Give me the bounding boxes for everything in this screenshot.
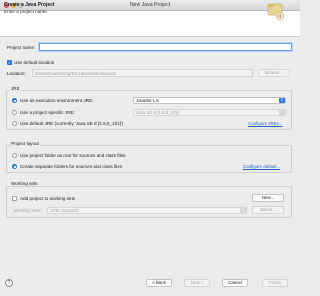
project-name-label: Project name: (7, 45, 36, 50)
working-sets-group-title: Working sets (10, 181, 39, 186)
new-working-set-button[interactable]: New... (252, 194, 284, 202)
next-button[interactable]: Next > (184, 279, 210, 287)
chevron-updown-icon: ⇕ (279, 110, 285, 115)
project-specific-jre-value: Java SE 8 [1.8.0_101] (136, 110, 180, 115)
add-to-working-sets-checkbox[interactable] (12, 196, 17, 201)
wizard-title: Create a Java Project (4, 2, 55, 8)
cancel-button[interactable]: Cancel (222, 279, 248, 287)
working-sets-value: 1RBUJJavaSE (50, 208, 80, 213)
add-to-working-sets-label: Add project to working sets (20, 196, 76, 201)
java-project-banner-icon (267, 3, 285, 21)
project-folder-root-label: Use project folder as root for sources a… (20, 153, 126, 158)
configure-jres-link[interactable]: Configure JREs... (248, 121, 282, 126)
use-default-location-checkbox[interactable]: ✓ (7, 60, 12, 65)
execution-environment-radio[interactable] (12, 98, 17, 103)
project-layout-group-title: Project layout (10, 141, 40, 146)
project-name-input[interactable] (39, 43, 292, 51)
finish-button[interactable]: Finish (262, 279, 288, 287)
select-working-sets-button[interactable]: Select... (252, 206, 284, 214)
location-input[interactable] (32, 69, 253, 77)
jre-group-title: JRE (10, 86, 21, 91)
project-specific-jre-label: Use a project specific JRE: (20, 110, 75, 115)
default-jre-label: Use default JRE (currently 'Java SE 8 [1… (20, 121, 124, 126)
separate-folders-label: Create separate folders for sources and … (20, 164, 123, 169)
execution-environment-select[interactable]: JavaSE-1.8 ⇕ (133, 97, 286, 104)
project-folder-root-radio[interactable] (12, 153, 17, 158)
configure-default-link[interactable]: Configure default... (243, 164, 280, 169)
chevron-updown-icon: ⇕ (240, 208, 246, 213)
wizard-subtitle: Enter a project name. (4, 9, 48, 14)
location-label: Location: (7, 71, 26, 76)
separate-folders-radio[interactable] (12, 164, 17, 169)
working-sets-label: Working sets: (14, 208, 42, 213)
execution-environment-label: Use an execution environment JRE: (20, 98, 94, 103)
browse-button[interactable]: Browse... (258, 69, 290, 77)
help-icon[interactable]: ? (5, 279, 13, 287)
chevron-updown-icon: ⇕ (279, 98, 285, 103)
project-specific-jre-select[interactable]: Java SE 8 [1.8.0_101] ⇕ (133, 109, 286, 116)
project-specific-jre-radio[interactable] (12, 110, 17, 115)
working-sets-select[interactable]: 1RBUJJavaSE ⇕ (47, 207, 247, 214)
execution-environment-value: JavaSE-1.8 (136, 98, 159, 103)
wizard-header (0, 11, 300, 37)
default-jre-radio[interactable] (12, 121, 17, 126)
back-button[interactable]: < Back (146, 279, 172, 287)
use-default-location-label: Use default location (14, 60, 55, 65)
